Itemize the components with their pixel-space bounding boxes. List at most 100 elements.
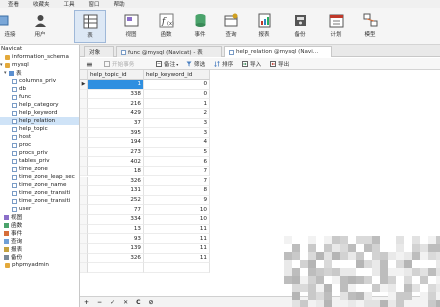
- toolbar-event-button[interactable]: 事件: [184, 10, 216, 43]
- toolbar-schedule-button[interactable]: 计划: [320, 10, 352, 43]
- row-header[interactable]: [80, 99, 88, 109]
- table-row[interactable]: 338 0: [80, 89, 210, 100]
- table-row[interactable]: ▶ 1 0: [80, 80, 210, 90]
- table-row[interactable]: 18 7: [80, 166, 210, 177]
- table-row[interactable]: 77 10: [80, 205, 210, 216]
- table-row[interactable]: 395 3: [80, 128, 210, 138]
- nav-table-host[interactable]: host: [0, 133, 79, 141]
- table-row[interactable]: 139 11: [80, 244, 210, 254]
- column-header-help-keyword-id[interactable]: help_keyword_id: [144, 70, 210, 80]
- row-header[interactable]: [80, 176, 88, 187]
- cell-help-topic-id[interactable]: 139: [88, 244, 144, 254]
- table-row[interactable]: 37 3: [80, 118, 210, 129]
- cell-help-keyword-id[interactable]: 3: [144, 128, 210, 138]
- cell-help-keyword-id[interactable]: 0: [144, 89, 210, 100]
- row-header[interactable]: [80, 108, 88, 119]
- cell-help-topic-id[interactable]: 131: [88, 186, 144, 196]
- toolbar-model-button[interactable]: 模型: [354, 10, 386, 43]
- export-button[interactable]: 导出: [270, 59, 289, 69]
- memo-button[interactable]: 备注 ▾: [156, 59, 178, 69]
- row-header[interactable]: [80, 224, 88, 235]
- cell-help-keyword-id[interactable]: 6: [144, 157, 210, 167]
- menu-window[interactable]: 窗口: [89, 0, 100, 8]
- begin-transaction-button[interactable]: 开始事务: [104, 59, 134, 69]
- table-row[interactable]: [80, 263, 210, 273]
- nav-db-mysql[interactable]: ▾ mysql: [0, 61, 79, 69]
- cell-help-keyword-id[interactable]: 5: [144, 147, 210, 158]
- cell-help-topic-id[interactable]: 273: [88, 147, 144, 158]
- row-header[interactable]: [80, 118, 88, 129]
- table-row[interactable]: 326 7: [80, 176, 210, 187]
- column-header-help-topic-id[interactable]: help_topic_id: [88, 70, 144, 80]
- row-header[interactable]: [80, 244, 88, 254]
- nav-db-phpmyadmin[interactable]: phpmyadmin: [0, 261, 79, 269]
- cell-help-topic-id[interactable]: 252: [88, 195, 144, 206]
- row-header[interactable]: [80, 253, 88, 264]
- nav-table-tables-priv[interactable]: tables_priv: [0, 157, 79, 165]
- cell-help-keyword-id[interactable]: 8: [144, 186, 210, 196]
- nav-table-proc[interactable]: proc: [0, 141, 79, 149]
- row-header[interactable]: [80, 234, 88, 245]
- toolbar-connect-button[interactable]: 连接: [0, 10, 18, 43]
- nav-folder-views[interactable]: 视图: [0, 213, 79, 221]
- toolbar-function-button[interactable]: f (x) 函数: [150, 10, 182, 43]
- nav-table-time-zone-name[interactable]: time_zone_name: [0, 181, 79, 189]
- table-row[interactable]: 402 6: [80, 157, 210, 167]
- nav-table-help-category[interactable]: help_category: [0, 101, 79, 109]
- cell-help-keyword-id[interactable]: 0: [144, 80, 210, 90]
- row-header[interactable]: [80, 166, 88, 177]
- apply-changes-button[interactable]: ✓: [110, 299, 115, 306]
- cell-help-keyword-id[interactable]: 7: [144, 166, 210, 177]
- nav-folder-queries[interactable]: 查询: [0, 237, 79, 245]
- nav-table-help-relation[interactable]: help_relation: [0, 117, 79, 125]
- current-row-indicator-icon[interactable]: ▶: [80, 80, 88, 90]
- nav-table-help-topic[interactable]: help_topic: [0, 125, 79, 133]
- cell-help-keyword-id[interactable]: 4: [144, 137, 210, 148]
- cell-help-keyword-id[interactable]: 11: [144, 224, 210, 235]
- row-header[interactable]: [80, 137, 88, 148]
- cell-help-topic-id[interactable]: 402: [88, 157, 144, 167]
- menu-tools[interactable]: 工具: [64, 0, 75, 8]
- cell-help-topic-id[interactable]: 326: [88, 253, 144, 264]
- add-record-button[interactable]: +: [84, 299, 89, 306]
- sort-button[interactable]: 排序: [214, 59, 233, 69]
- table-row[interactable]: 429 2: [80, 108, 210, 119]
- toolbar-user-button[interactable]: 用户: [24, 10, 56, 43]
- cell-help-topic-id[interactable]: 13: [88, 224, 144, 235]
- row-header[interactable]: [80, 128, 88, 138]
- tab-objects[interactable]: 对象: [84, 46, 114, 57]
- cell-help-keyword-id[interactable]: 3: [144, 118, 210, 129]
- cell-help-topic-id[interactable]: 216: [88, 99, 144, 109]
- cell-help-keyword-id[interactable]: 7: [144, 176, 210, 187]
- import-button[interactable]: 导入: [242, 59, 261, 69]
- cell-help-keyword-id[interactable]: [144, 263, 210, 273]
- table-row[interactable]: 334 10: [80, 215, 210, 225]
- toolbar-report-button[interactable]: 报表: [248, 10, 280, 43]
- nav-table-user[interactable]: user: [0, 205, 79, 213]
- menu-help[interactable]: 帮助: [114, 0, 125, 8]
- cell-help-topic-id[interactable]: 395: [88, 128, 144, 138]
- cell-help-keyword-id[interactable]: 1: [144, 99, 210, 109]
- nav-table-func[interactable]: func: [0, 93, 79, 101]
- cell-help-keyword-id[interactable]: 11: [144, 234, 210, 245]
- row-header[interactable]: [80, 215, 88, 225]
- cell-help-topic-id[interactable]: 93: [88, 234, 144, 245]
- cell-help-topic-id[interactable]: 338: [88, 89, 144, 100]
- nav-folder-events[interactable]: 事件: [0, 229, 79, 237]
- cell-help-keyword-id[interactable]: 11: [144, 253, 210, 264]
- nav-folder-functions[interactable]: 函数: [0, 221, 79, 229]
- nav-table-columns-priv[interactable]: columns_priv: [0, 77, 79, 85]
- cell-help-topic-id[interactable]: [88, 263, 144, 273]
- row-header[interactable]: [80, 147, 88, 158]
- nav-table-time-zone-transition-type[interactable]: time_zone_transiti: [0, 197, 79, 205]
- cell-help-topic-id[interactable]: 18: [88, 166, 144, 177]
- menu-favorites[interactable]: 收藏夹: [33, 0, 50, 8]
- cell-help-topic-id[interactable]: 194: [88, 137, 144, 148]
- nav-db-information-schema[interactable]: information_schema: [0, 53, 79, 61]
- tab-help-relation-table[interactable]: help_relation @mysql (Navi...: [224, 46, 332, 57]
- nav-folder-backups[interactable]: 备份: [0, 253, 79, 261]
- toolbar-table-button[interactable]: 表: [74, 10, 106, 43]
- cell-help-topic-id[interactable]: 429: [88, 108, 144, 119]
- nav-folder-tables[interactable]: ▾ 表: [0, 69, 79, 77]
- filter-button[interactable]: 筛选: [186, 59, 205, 69]
